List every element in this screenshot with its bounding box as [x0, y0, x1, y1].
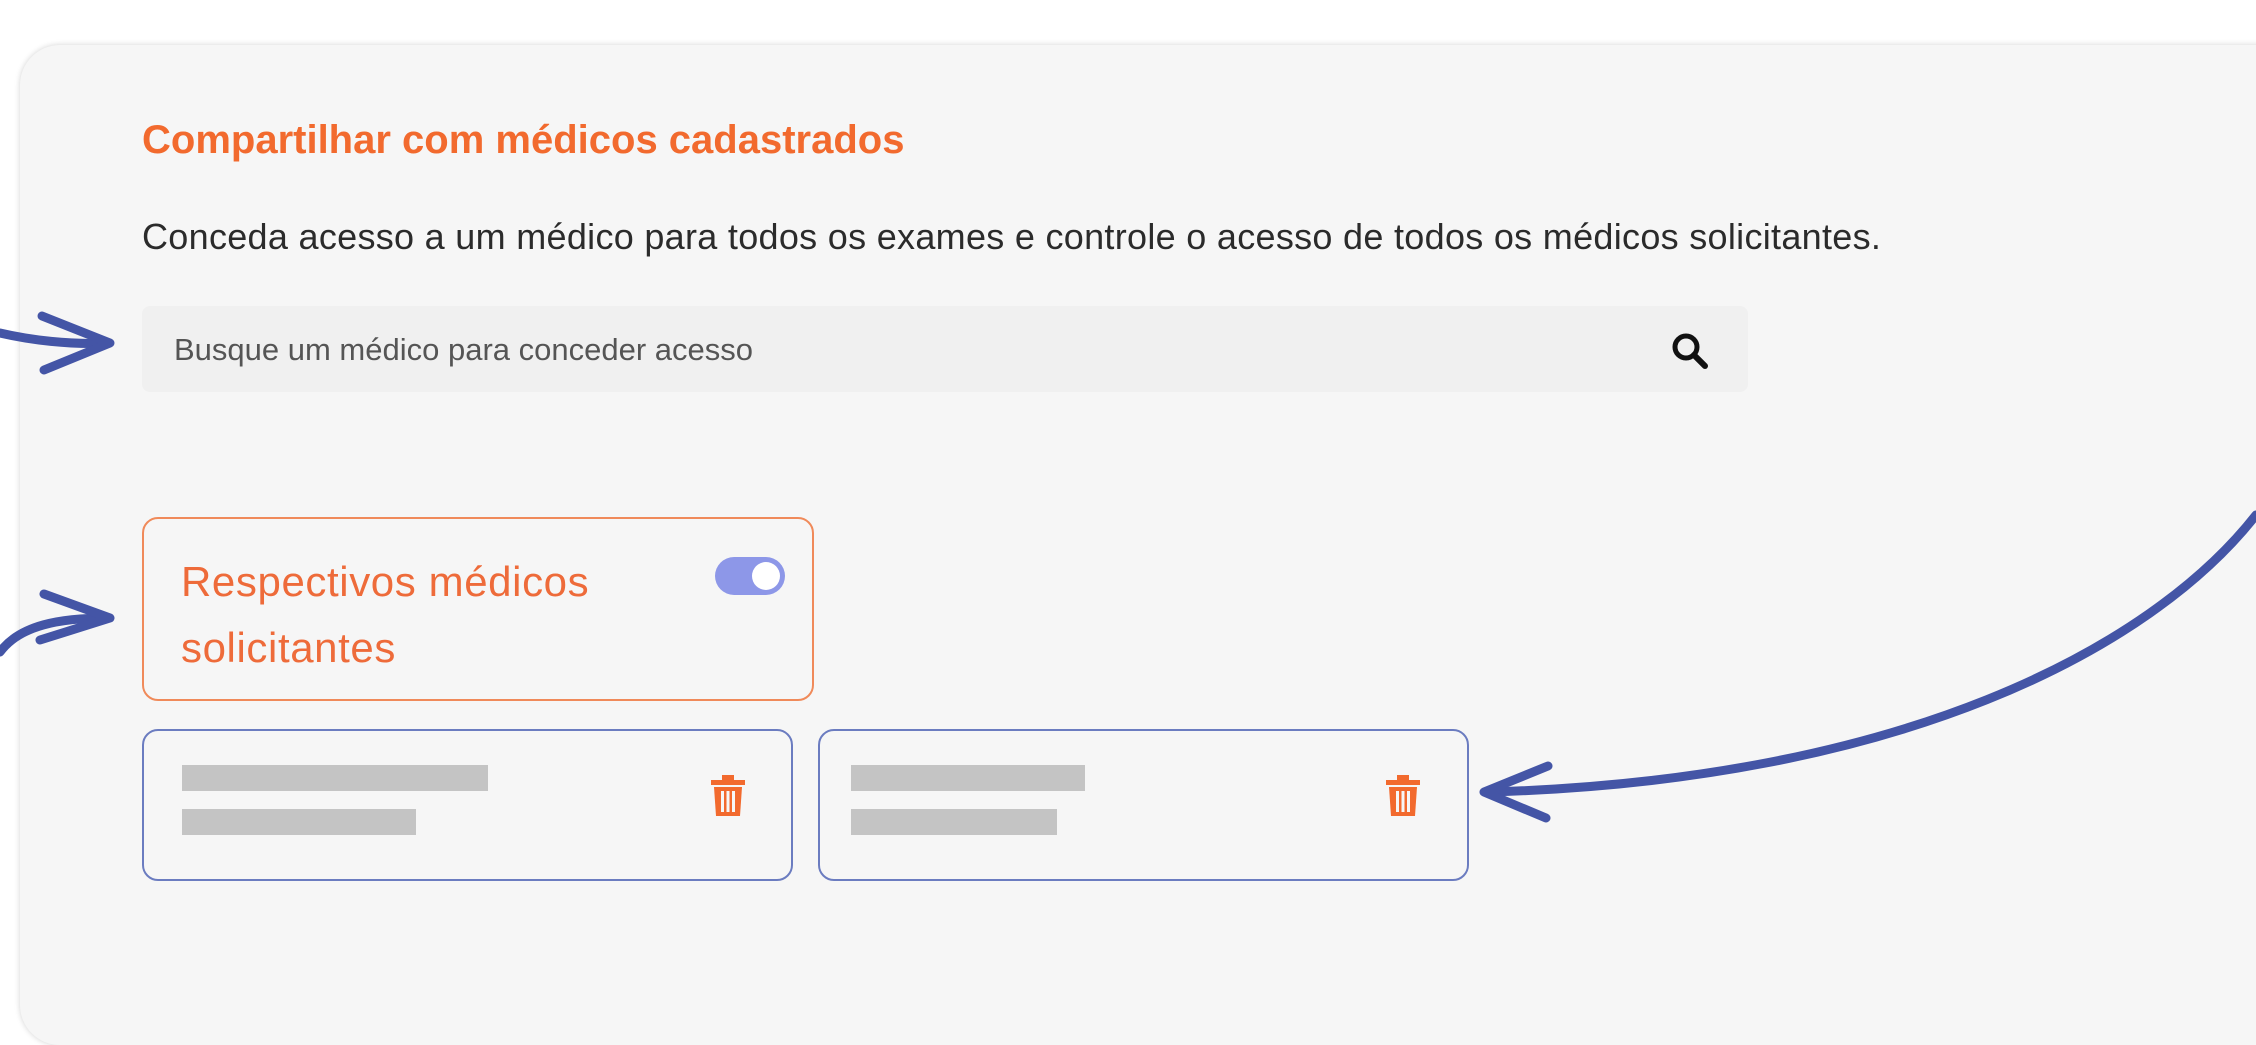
trash-icon[interactable]	[1386, 774, 1420, 816]
doctor-search-input[interactable]	[172, 306, 1626, 394]
search-box	[142, 306, 1748, 394]
section-title: Compartilhar com médicos cadastrados	[142, 118, 905, 162]
doctor-detail-redacted	[851, 809, 1057, 835]
section-description: Conceda acesso a um médico para todos os…	[142, 216, 1882, 257]
requesting-doctors-label: Respectivos médicos solicitantes	[181, 558, 590, 671]
trash-icon[interactable]	[711, 774, 745, 816]
requesting-doctors-card: Respectivos médicos solicitantes	[142, 517, 814, 701]
doctor-detail-redacted	[182, 809, 416, 835]
search-icon[interactable]	[1670, 331, 1710, 371]
doctor-card	[818, 729, 1469, 881]
doctor-name-redacted	[851, 765, 1085, 791]
doctor-name-redacted	[182, 765, 488, 791]
toggle-knob	[752, 562, 780, 590]
requesting-doctors-toggle[interactable]	[715, 557, 785, 595]
doctor-card	[142, 729, 793, 881]
